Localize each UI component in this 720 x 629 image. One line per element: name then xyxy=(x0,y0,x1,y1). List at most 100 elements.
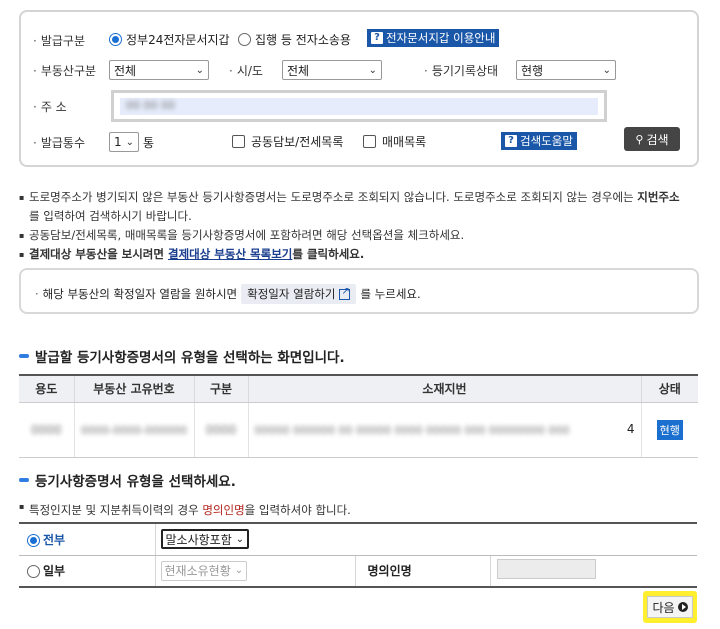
confirm-date-button[interactable]: 확정일자 열람하기 xyxy=(241,284,357,304)
radio-on-icon[interactable] xyxy=(27,533,40,547)
owner-name-label: 명의인명 xyxy=(355,554,491,588)
note-item: 도로명주소가 병기되지 않은 부동산 등기사항증명서는 도로명주소로 조회되지 … xyxy=(19,188,703,226)
checkbox-icon[interactable] xyxy=(232,135,245,148)
next-button-label: 다음 xyxy=(652,600,675,615)
search-panel: 발급구분 정부24전자문서지갑 집행 등 전자소송용 ? 전자문서지갑 이용안내… xyxy=(19,10,699,167)
col-kind: 구분 xyxy=(194,374,249,403)
address-field[interactable]: 00 00 00 xyxy=(120,98,598,115)
partial-option[interactable]: 일부 xyxy=(19,554,156,588)
table-header-row: 용도 부동산 고유번호 구분 소재지번 상태 xyxy=(19,374,698,403)
owner-name-input[interactable] xyxy=(496,559,596,580)
e-wallet-guide-label: 전자문서지갑 이용안내 xyxy=(386,31,496,45)
full-select-cell: 말소사항포함 ⌄ xyxy=(155,522,697,556)
city-select[interactable]: 전체 ⌄ xyxy=(282,60,382,80)
address-value: 00 00 00 xyxy=(126,99,175,112)
callout-text-after: 를 누르세요. xyxy=(360,287,421,301)
count-label: 발급통수 xyxy=(33,134,85,151)
section-bar-icon xyxy=(19,354,29,358)
arrow-circle-icon xyxy=(677,602,688,612)
payment-list-link[interactable]: 결제대상 부동산 목록보기 xyxy=(168,247,292,261)
issue-type-lawsuit-radio[interactable]: 집행 등 전자소송용 xyxy=(238,31,351,48)
external-link-icon xyxy=(339,286,351,300)
unique-no-value: 0000-0000-000000 xyxy=(81,423,187,437)
note-1c: 를 입력하여 검색하시기 바랍니다. xyxy=(29,209,192,223)
radio-off-icon[interactable] xyxy=(27,565,40,579)
chevron-down-icon: ⌄ xyxy=(234,565,244,577)
status-badge: 현행 xyxy=(656,419,683,440)
note-3c: 를 클릭하세요. xyxy=(292,247,365,261)
partial-label: 일부 xyxy=(43,564,66,579)
callout-text-before: 해당 부동산의 확정일자 열람을 원하시면 xyxy=(42,287,238,301)
table-row[interactable]: 0000 0000-0000-000000 0000 00000 000000 … xyxy=(19,402,698,458)
address-value-cell: 00000 000000 00 00000 0000 00000 000 000… xyxy=(254,423,570,437)
full-scope-select[interactable]: 말소사항포함 ⌄ xyxy=(160,529,250,550)
owner-name-hint: 특정인지분 및 지분취득이력의 경우 명의인명을 입력하셔야 합니다. xyxy=(19,502,351,518)
hint-b: 을 입력하셔야 합니다. xyxy=(244,503,351,517)
city-value: 전체 xyxy=(287,63,310,78)
col-unique-no: 부동산 고유번호 xyxy=(74,374,195,403)
option-row-full: 전부 말소사항포함 ⌄ xyxy=(19,522,697,556)
issue-type-egov-radio[interactable]: 정부24전자문서지갑 xyxy=(109,31,230,48)
full-scope-value: 말소사항포함 xyxy=(165,532,232,547)
next-button[interactable]: 다음 xyxy=(647,596,693,618)
question-icon: ? xyxy=(371,32,383,44)
partial-select-cell: 현재소유현황 ⌄ xyxy=(155,554,356,588)
chevron-down-icon: ⌄ xyxy=(195,64,204,76)
full-label: 전부 xyxy=(43,532,66,547)
cell-address: 00000 000000 00 00000 0000 00000 000 000… xyxy=(248,402,642,458)
radio-on-icon[interactable] xyxy=(109,33,122,46)
magnifier-icon: ⚲ xyxy=(635,132,644,146)
partial-scope-select[interactable]: 현재소유현황 ⌄ xyxy=(160,560,248,581)
search-button[interactable]: ⚲ 검색 xyxy=(624,127,680,151)
question-icon: ? xyxy=(505,135,517,147)
address-input[interactable]: 00 00 00 xyxy=(111,90,607,122)
registry-status-value: 현행 xyxy=(521,63,544,78)
count-select[interactable]: 1 ⌄ xyxy=(109,132,139,152)
issue-type-egov-label: 정부24전자문서지갑 xyxy=(126,33,230,47)
property-table: 용도 부동산 고유번호 구분 소재지번 상태 0000 0000-0000-00… xyxy=(19,374,698,458)
section1-title: 발급할 등기사항증명서의 유형을 선택하는 화면입니다. xyxy=(35,350,345,366)
option-row-partial: 일부 현재소유현황 ⌄ 명의인명 xyxy=(19,554,697,588)
issue-type-label: 발급구분 xyxy=(33,32,85,49)
chevron-down-icon: ⌄ xyxy=(235,533,245,545)
note-3a: 결제대상 부동산을 보시려면 xyxy=(29,247,168,261)
property-type-select[interactable]: 전체 ⌄ xyxy=(109,60,209,80)
search-help-button[interactable]: ? 검색도움말 xyxy=(501,132,577,150)
count-value: 1 xyxy=(114,135,122,149)
note-item: 결제대상 부동산을 보시려면 결제대상 부동산 목록보기를 클릭하세요. xyxy=(19,245,703,264)
cell-kind: 0000 xyxy=(194,402,249,458)
owner-name-cell xyxy=(490,554,697,588)
search-button-label: 검색 xyxy=(646,132,669,147)
address-tail: 4 xyxy=(626,421,635,436)
hint-emphasis: 명의인명 xyxy=(202,503,245,517)
cell-status: 현행 xyxy=(641,402,698,458)
chevron-down-icon: ⌄ xyxy=(125,136,134,148)
note-2: 공동담보/전세목록, 매매목록을 등기사항증명서에 포함하려면 해당 선택옵션을… xyxy=(29,228,465,242)
chevron-down-icon: ⌄ xyxy=(368,64,377,76)
next-highlight: 다음 xyxy=(643,591,697,623)
bullet-dot: · xyxy=(35,287,39,301)
section-title: 등기사항증명서 유형을 선택하세요. xyxy=(19,470,236,490)
partial-scope-value: 현재소유현황 xyxy=(164,564,231,579)
radio-off-icon[interactable] xyxy=(238,33,251,46)
sales-list-label: 매매목록 xyxy=(382,135,427,149)
cell-unique-no: 0000-0000-000000 xyxy=(74,402,195,458)
note-1-emphasis: 지번주소 xyxy=(637,190,680,204)
note-1a: 도로명주소가 병기되지 않은 부동산 등기사항증명서는 도로명주소로 조회되지 … xyxy=(29,190,638,204)
registry-status-select[interactable]: 현행 ⌄ xyxy=(516,60,616,80)
checkbox-icon[interactable] xyxy=(363,135,376,148)
col-address: 소재지번 xyxy=(248,374,642,403)
chevron-down-icon: ⌄ xyxy=(602,64,611,76)
e-wallet-guide-button[interactable]: ? 전자문서지갑 이용안내 xyxy=(367,29,500,47)
section2-title: 등기사항증명서 유형을 선택하세요. xyxy=(35,474,236,490)
issue-type-lawsuit-label: 집행 등 전자소송용 xyxy=(255,33,351,47)
notes: 도로명주소가 병기되지 않은 부동산 등기사항증명서는 도로명주소로 조회되지 … xyxy=(19,188,703,264)
address-label: 주 소 xyxy=(33,98,67,115)
joint-collateral-checkbox[interactable]: 공동담보/전세목록 xyxy=(232,133,343,150)
sales-list-checkbox[interactable]: 매매목록 xyxy=(363,133,426,150)
search-help-label: 검색도움말 xyxy=(520,134,573,148)
confirm-date-callout: · 해당 부동산의 확정일자 열람을 원하시면 확정일자 열람하기 를 누르세요… xyxy=(19,268,699,314)
full-option[interactable]: 전부 xyxy=(19,522,156,556)
property-type-label: 부동산구분 xyxy=(33,62,96,79)
cell-use: 0000 xyxy=(19,402,75,458)
